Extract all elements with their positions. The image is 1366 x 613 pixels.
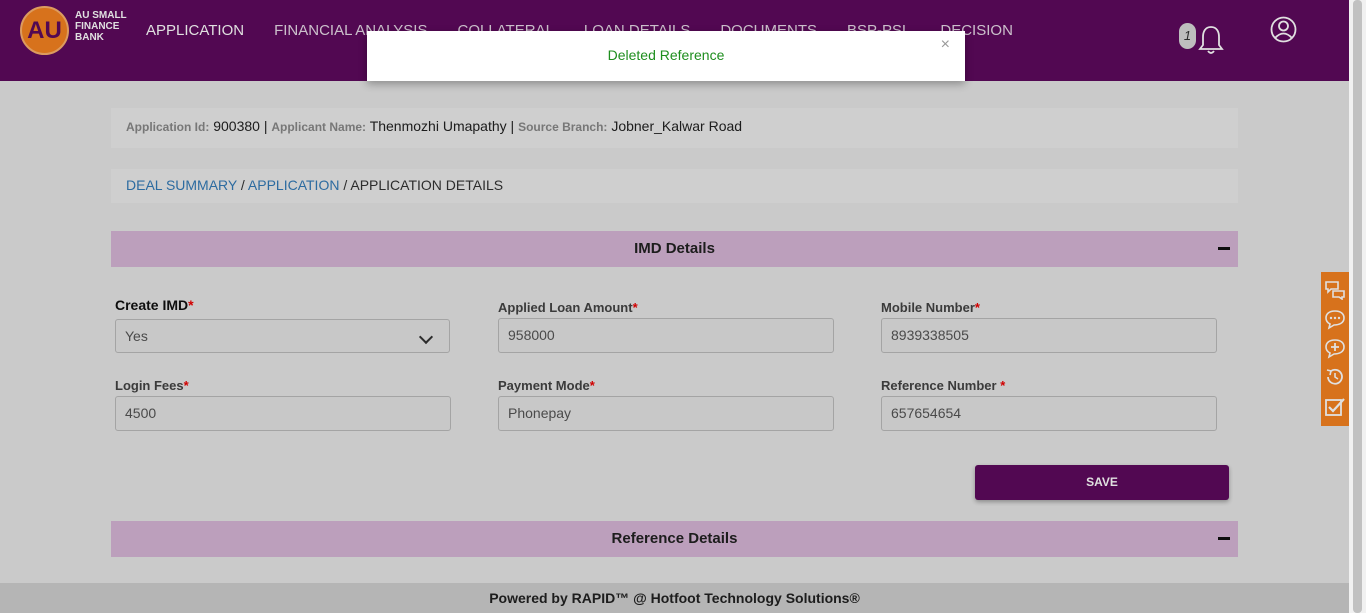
user-circle-icon[interactable]: [1270, 16, 1297, 43]
login-fees-label: Login Fees*: [115, 378, 189, 393]
nav-application[interactable]: APPLICATION: [146, 22, 244, 39]
logo-text: AU SMALL FINANCE BANK: [75, 10, 127, 43]
application-id-label: Application Id:: [126, 120, 210, 134]
history-icon[interactable]: [1324, 366, 1346, 388]
footer: Powered by RAPID™ @ Hotfoot Technology S…: [0, 583, 1349, 613]
logo-mark: AU: [20, 6, 69, 55]
applicant-name-label: Applicant Name:: [271, 120, 367, 134]
create-imd-label: Create IMD*: [115, 297, 194, 313]
breadcrumb-separator: /: [240, 177, 245, 193]
breadcrumb-separator: /: [343, 177, 348, 193]
info-separator: |: [263, 118, 268, 134]
source-branch-label: Source Branch:: [518, 120, 608, 134]
source-branch: Jobner_Kalwar Road: [611, 118, 743, 134]
reference-details-header[interactable]: Reference Details: [111, 521, 1238, 557]
bell-icon[interactable]: [1197, 24, 1225, 56]
reference-details-title: Reference Details: [611, 530, 738, 547]
add-comment-icon[interactable]: [1324, 337, 1346, 359]
au-bank-logo[interactable]: AU AU SMALL FINANCE BANK: [20, 6, 130, 58]
imd-details-header[interactable]: IMD Details: [111, 231, 1238, 267]
reference-number-input[interactable]: 657654654: [881, 396, 1217, 431]
applicant-name: Thenmozhi Umapathy: [369, 118, 507, 134]
notification-count-badge[interactable]: 1: [1179, 23, 1196, 49]
payment-mode-input[interactable]: Phonepay: [498, 396, 834, 431]
notification-toast: Deleted Reference ×: [367, 31, 965, 81]
applied-loan-amount-input[interactable]: 958000: [498, 318, 834, 353]
application-id: 900380: [213, 118, 260, 134]
mobile-number-label: Mobile Number*: [881, 300, 980, 315]
application-info-bar: Application Id: 900380 | Applicant Name:…: [111, 108, 1238, 148]
collapse-icon[interactable]: [1218, 247, 1230, 250]
reference-number-label: Reference Number *: [881, 378, 1006, 393]
collapse-icon[interactable]: [1218, 537, 1230, 540]
breadcrumb: DEAL SUMMARY / APPLICATION / APPLICATION…: [111, 169, 1238, 203]
save-button[interactable]: SAVE: [975, 465, 1229, 500]
close-icon[interactable]: ×: [941, 36, 950, 54]
side-toolbar: [1321, 272, 1349, 426]
breadcrumb-application[interactable]: APPLICATION: [248, 177, 340, 193]
create-imd-select[interactable]: Yes: [115, 319, 450, 353]
login-fees-input[interactable]: 4500: [115, 396, 451, 431]
vertical-scrollbar[interactable]: [1349, 0, 1366, 613]
imd-details-title: IMD Details: [634, 240, 715, 257]
chevron-down-icon: [418, 329, 434, 345]
toast-message: Deleted Reference: [607, 47, 725, 63]
applied-loan-amount-label: Applied Loan Amount*: [498, 300, 638, 315]
checklist-icon[interactable]: [1324, 396, 1346, 418]
payment-mode-label: Payment Mode*: [498, 378, 595, 393]
breadcrumb-current: APPLICATION DETAILS: [350, 177, 504, 193]
mobile-number-input[interactable]: 8939338505: [881, 318, 1217, 353]
breadcrumb-deal-summary[interactable]: DEAL SUMMARY: [126, 177, 237, 193]
chat-icon[interactable]: [1324, 308, 1346, 330]
comments-icon[interactable]: [1324, 278, 1346, 300]
info-separator: |: [510, 118, 515, 134]
scrollbar-thumb[interactable]: [1353, 0, 1362, 613]
